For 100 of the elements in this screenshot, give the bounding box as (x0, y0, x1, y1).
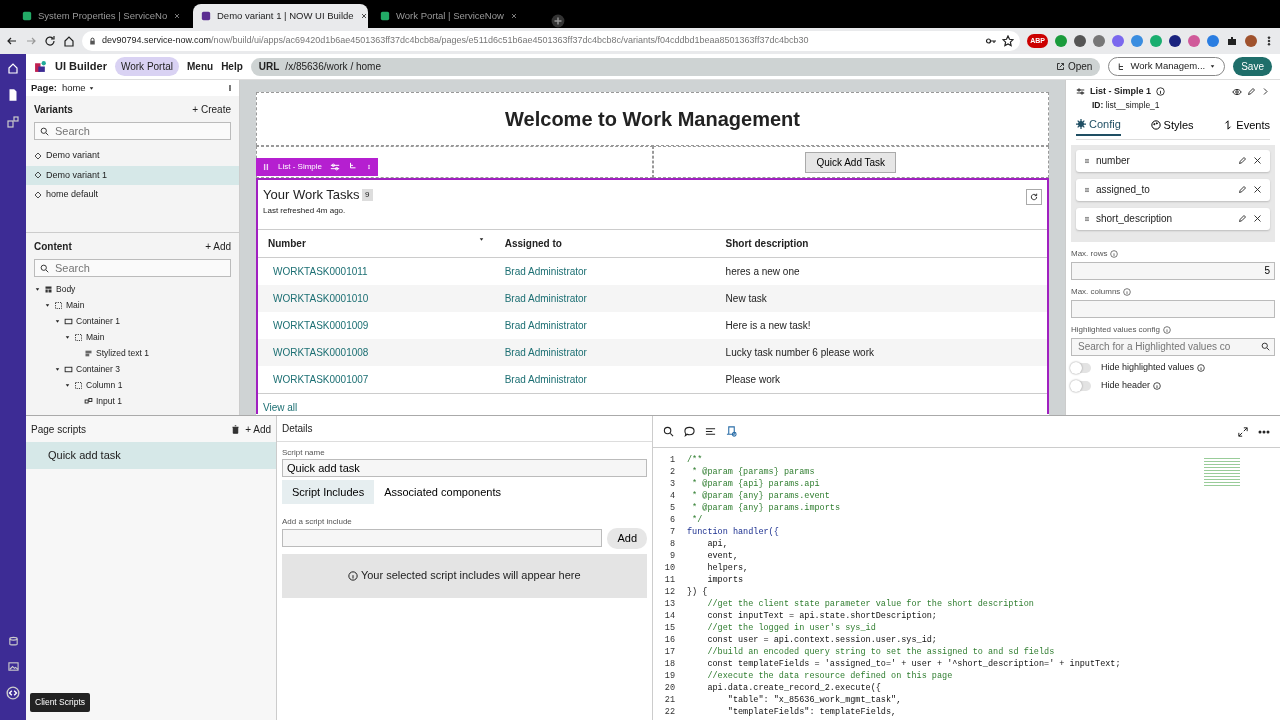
field-chip[interactable]: number (1076, 149, 1270, 172)
tree-item[interactable]: Container 1 (34, 313, 231, 329)
field-chip[interactable]: assigned_to (1076, 178, 1270, 201)
sort-caret-icon[interactable] (477, 236, 485, 243)
close-icon[interactable] (1253, 156, 1262, 166)
variant-item[interactable]: home default (26, 185, 239, 205)
user-link[interactable]: Brad Administrator (504, 347, 587, 358)
pencil-icon[interactable] (1238, 185, 1247, 195)
experience-tag[interactable]: Work Portal (114, 57, 179, 76)
menu-item[interactable]: Help (221, 59, 243, 74)
info-icon[interactable] (1196, 363, 1205, 372)
puzzle-icon[interactable] (1226, 35, 1238, 47)
new-tab-icon[interactable] (551, 14, 565, 28)
toggle-switch[interactable] (1071, 381, 1091, 391)
open-link[interactable]: Open (1056, 59, 1093, 74)
search-field[interactable]: Search for a Highlighted values co (1071, 337, 1275, 356)
task-link[interactable]: WORKTASK0001007 (273, 374, 369, 385)
extension-icon[interactable] (1074, 35, 1086, 47)
details-tab[interactable]: Associated components (374, 479, 511, 504)
reload-icon[interactable] (44, 35, 56, 47)
caret-icon[interactable] (64, 333, 71, 341)
task-link[interactable]: WORKTASK0001009 (273, 320, 369, 331)
back-icon[interactable] (6, 35, 18, 47)
chevron-right-icon[interactable] (1261, 87, 1270, 97)
close-icon[interactable] (173, 12, 182, 20)
tree-item[interactable]: Column 1 (34, 377, 231, 393)
close-icon[interactable] (509, 12, 518, 20)
script-name-field[interactable]: Quick add task (282, 459, 647, 477)
trash-icon[interactable] (231, 424, 241, 434)
tree-item[interactable]: Stylized text 1 (34, 345, 231, 361)
column-header[interactable]: Assigned to (494, 230, 716, 258)
info-icon[interactable] (1152, 382, 1161, 390)
variant-item[interactable]: Demo variant 1 (26, 165, 239, 185)
comment-icon[interactable] (684, 426, 695, 437)
max-columns-field[interactable] (1071, 299, 1275, 318)
panel-tab[interactable]: Styles (1150, 113, 1194, 137)
key-icon[interactable] (985, 35, 998, 47)
quick-add-button[interactable]: Quick Add Task (805, 151, 897, 173)
task-link[interactable]: WORKTASK0001008 (273, 347, 369, 358)
search-icon[interactable] (663, 426, 674, 437)
max-rows-field[interactable]: 5 (1071, 261, 1275, 280)
task-link[interactable]: WORKTASK0001011 (273, 266, 368, 277)
caret-icon[interactable] (44, 301, 51, 309)
add-button[interactable]: Add (607, 528, 647, 549)
pencil-icon[interactable] (1238, 214, 1247, 224)
caret-icon[interactable] (54, 317, 61, 325)
caret-icon[interactable] (64, 381, 71, 389)
tree-item[interactable]: Container 3 (34, 361, 231, 377)
menu-item[interactable]: Menu (187, 59, 214, 74)
close-icon[interactable] (1253, 214, 1262, 224)
user-link[interactable]: Brad Administrator (504, 293, 587, 304)
column-header[interactable]: Number (268, 236, 306, 251)
page-dropdown[interactable]: home (61, 80, 96, 96)
address-field[interactable]: dev90794.service-now.com/now/build/ui/apps/ac69420d1b6ae4501363ff37dc4bcb8a/pages/e511d6c51b6ae4501363ff37dc4bcb8c/variants/f04cddbd1beaa8501363ff37dc4bcb30 (82, 31, 1021, 51)
panel-tab[interactable]: Events (1223, 113, 1270, 137)
pencil-icon[interactable] (1247, 87, 1256, 97)
tree-item[interactable]: Input 1 (34, 393, 231, 409)
search-field[interactable]: Search (34, 259, 231, 277)
code-icon[interactable] (6, 686, 20, 700)
tree-item[interactable]: Main (34, 329, 231, 345)
page-dropdown[interactable]: Work Managem... (1108, 57, 1226, 76)
drag-handle-icon[interactable] (262, 162, 270, 172)
add-link[interactable]: + Create (192, 102, 231, 117)
script-icon[interactable] (726, 426, 737, 437)
caret-icon[interactable] (34, 285, 41, 293)
tree-item[interactable]: Body (34, 281, 231, 297)
avatar[interactable] (1245, 35, 1257, 47)
eye-icon[interactable] (1232, 86, 1242, 97)
caret-icon[interactable] (54, 365, 61, 373)
tree-item[interactable]: Main (34, 297, 231, 313)
panel-tab[interactable]: Config (1076, 113, 1121, 137)
add-link[interactable]: + Add (245, 421, 271, 437)
script-item[interactable]: Quick add task (26, 442, 276, 469)
search-field[interactable]: Search (34, 122, 231, 140)
extension-icon[interactable] (1169, 35, 1181, 47)
database-icon[interactable] (7, 636, 19, 647)
star-icon[interactable] (1002, 35, 1015, 47)
toggle-switch[interactable] (1071, 362, 1091, 373)
components-icon[interactable] (7, 116, 19, 128)
view-all-link[interactable]: View all (258, 393, 1047, 415)
script-include-field[interactable] (282, 529, 603, 548)
home-icon[interactable] (63, 35, 75, 47)
add-link[interactable]: + Add (205, 239, 231, 254)
field-chip[interactable]: short_description (1076, 207, 1270, 230)
image-icon[interactable] (7, 661, 19, 672)
variant-item[interactable]: Demo variant (26, 146, 239, 166)
details-tab[interactable]: Script Includes (282, 479, 375, 504)
info-icon[interactable] (1156, 87, 1165, 97)
sliders-icon[interactable] (330, 162, 340, 172)
expand-icon[interactable] (1238, 426, 1248, 437)
user-link[interactable]: Brad Administrator (504, 374, 587, 385)
format-icon[interactable] (705, 426, 716, 437)
browser-tab[interactable]: System Properties | ServiceNo (14, 4, 189, 28)
user-link[interactable]: Brad Administrator (504, 266, 587, 277)
column-header[interactable]: Short description (715, 230, 1047, 258)
pencil-icon[interactable] (1238, 156, 1247, 166)
close-icon[interactable] (1253, 185, 1262, 195)
task-link[interactable]: WORKTASK0001010 (273, 293, 369, 304)
browser-tab[interactable]: Work Portal | ServiceNow (372, 4, 547, 28)
refresh-button[interactable] (1026, 189, 1042, 205)
